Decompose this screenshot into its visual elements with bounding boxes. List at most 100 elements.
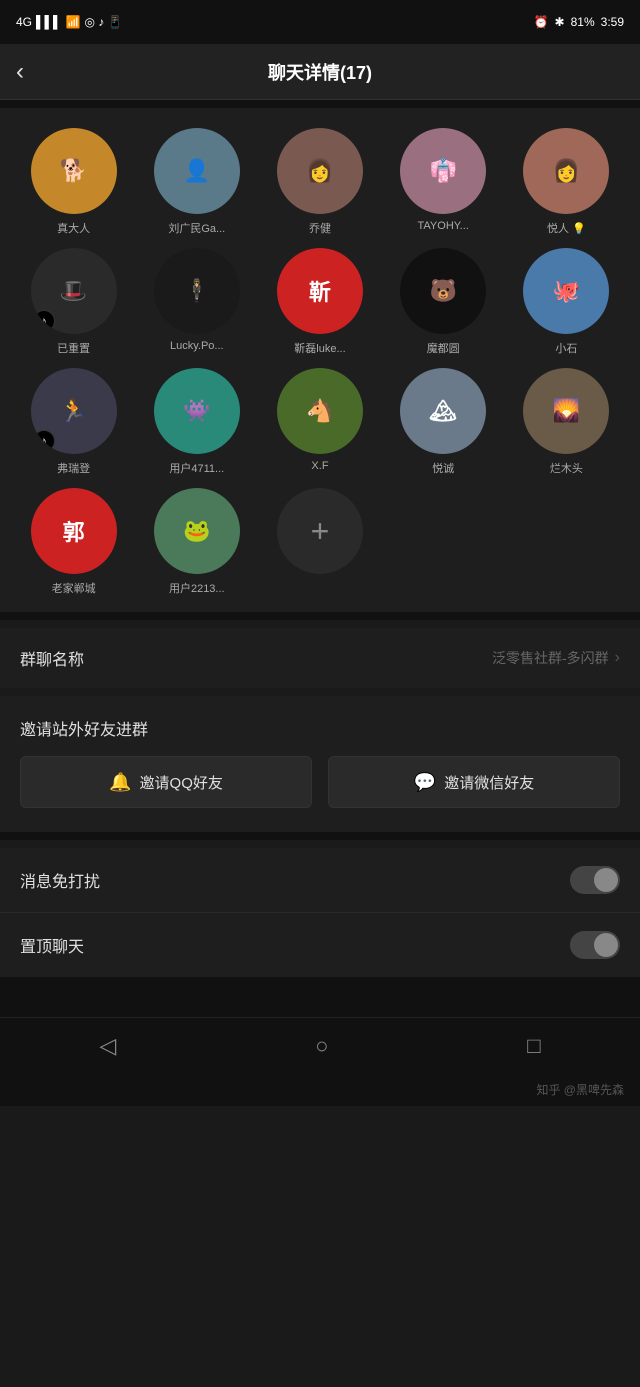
avatar-art: 靳 bbox=[277, 248, 363, 334]
group-name-value: 泛零售社群-多闪群 bbox=[492, 648, 609, 668]
nav-home-button[interactable]: ○ bbox=[291, 1025, 352, 1067]
qq-icon: 🔔 bbox=[109, 772, 131, 793]
member-item[interactable]: 👩 悦人 💡 bbox=[509, 128, 624, 236]
members-section: 🐕 真大人 👤 刘广民Ga... 👩 乔健 👘 TAYOHY... 👩 悦人 💡 🎩♪ 已重置 🕴Luc… bbox=[0, 108, 640, 612]
member-item[interactable]: 🐴 X.F bbox=[262, 368, 377, 476]
signal-bars: ▌▌▌ bbox=[36, 15, 62, 29]
member-avatar: 靳 bbox=[277, 248, 363, 334]
member-name: 真大人 bbox=[31, 220, 117, 236]
member-name: 乔健 bbox=[277, 220, 363, 236]
invite-qq-button[interactable]: 🔔 邀请QQ好友 bbox=[20, 756, 312, 808]
nav-recent-button[interactable]: □ bbox=[503, 1025, 564, 1067]
member-avatar: 👘 bbox=[400, 128, 486, 214]
divider-3 bbox=[0, 832, 640, 840]
status-left: 4G ▌▌▌ 📶 ◎ ♪ 📱 bbox=[16, 15, 123, 29]
member-avatar: 🕴 bbox=[154, 248, 240, 334]
invite-section: 邀请站外好友进群 🔔 邀请QQ好友 💬 邀请微信好友 bbox=[0, 696, 640, 832]
chevron-icon: › bbox=[615, 649, 620, 667]
member-avatar: 🏃♪ bbox=[31, 368, 117, 454]
member-item[interactable]: 🏃♪ 弗瑞登 bbox=[16, 368, 131, 476]
time-display: 3:59 bbox=[601, 15, 624, 29]
settings-toggle-row[interactable]: 置顶聊天 bbox=[0, 913, 640, 977]
toggle-settings-section: 消息免打扰置顶聊天 bbox=[0, 848, 640, 977]
avatar-art: 🏔 bbox=[400, 368, 486, 454]
member-item[interactable]: 🐕 真大人 bbox=[16, 128, 131, 236]
member-item[interactable]: 🎩♪ 已重置 bbox=[16, 248, 131, 356]
member-name: 弗瑞登 bbox=[31, 460, 117, 476]
alarm-icon: ⏰ bbox=[534, 15, 549, 29]
avatar-art: 郭 bbox=[31, 488, 117, 574]
avatar-art: 👘 bbox=[400, 128, 486, 214]
settings-toggle-row[interactable]: 消息免打扰 bbox=[0, 848, 640, 913]
avatar-art: 👾 bbox=[154, 368, 240, 454]
tiktok-badge: ♪ bbox=[33, 310, 55, 332]
back-button[interactable]: ‹ bbox=[16, 58, 24, 86]
member-avatar: 🐕 bbox=[31, 128, 117, 214]
member-avatar: 👩 bbox=[523, 128, 609, 214]
member-avatar: 🏔 bbox=[400, 368, 486, 454]
member-item[interactable]: 靳靳磊luke... bbox=[262, 248, 377, 356]
member-name: 靳磊luke... bbox=[277, 340, 363, 356]
invite-title: 邀请站外好友进群 bbox=[20, 716, 620, 740]
member-name: 刘广民Ga... bbox=[154, 220, 240, 236]
member-avatar: 🎩♪ bbox=[31, 248, 117, 334]
bottom-nav: ◁ ○ □ bbox=[0, 1017, 640, 1073]
toggle-knob bbox=[594, 933, 618, 957]
invite-buttons: 🔔 邀请QQ好友 💬 邀请微信好友 bbox=[20, 756, 620, 808]
avatar-art: 🌄 bbox=[523, 368, 609, 454]
avatar-art: 👤 bbox=[154, 128, 240, 214]
status-bar: 4G ▌▌▌ 📶 ◎ ♪ 📱 ⏰ ✱ 81% 3:59 bbox=[0, 0, 640, 44]
invite-qq-label: 邀请QQ好友 bbox=[140, 772, 223, 793]
avatar-art: 🐴 bbox=[277, 368, 363, 454]
member-item[interactable]: 🐸用户2213... bbox=[139, 488, 254, 596]
add-member-button[interactable]: + bbox=[277, 488, 363, 574]
member-name: 悦人 💡 bbox=[523, 220, 609, 236]
member-name: TAYOHY... bbox=[400, 220, 486, 232]
toggle-switch[interactable] bbox=[570, 931, 620, 959]
member-item[interactable]: 👤 刘广民Ga... bbox=[139, 128, 254, 236]
group-name-row[interactable]: 群聊名称 泛零售社群-多闪群 › bbox=[0, 628, 640, 688]
member-name: 烂木头 bbox=[523, 460, 609, 476]
spacer bbox=[0, 977, 640, 1017]
toggle-label: 置顶聊天 bbox=[20, 933, 84, 957]
avatar-art: 🐕 bbox=[31, 128, 117, 214]
member-avatar: 🐴 bbox=[277, 368, 363, 454]
divider-2 bbox=[0, 612, 640, 620]
page-title: 聊天详情(17) bbox=[268, 59, 372, 85]
member-name: 小石 bbox=[523, 340, 609, 356]
member-name: X.F bbox=[277, 460, 363, 472]
member-item[interactable]: 🐙 小石 bbox=[509, 248, 624, 356]
member-item[interactable]: 🐻魔都圆 bbox=[386, 248, 501, 356]
member-avatar: 👤 bbox=[154, 128, 240, 214]
toggle-switch[interactable] bbox=[570, 866, 620, 894]
member-item[interactable]: 👘 TAYOHY... bbox=[386, 128, 501, 236]
member-avatar: 郭 bbox=[31, 488, 117, 574]
member-name: 老家郸城 bbox=[31, 580, 117, 596]
member-name: 悦诚 bbox=[400, 460, 486, 476]
avatar-art: 👩 bbox=[523, 128, 609, 214]
member-item[interactable]: 🏔 悦诚 bbox=[386, 368, 501, 476]
add-member-item[interactable]: +. bbox=[262, 488, 377, 596]
member-name: 已重置 bbox=[31, 340, 117, 356]
member-avatar: 🐻 bbox=[400, 248, 486, 334]
member-avatar: 🐙 bbox=[523, 248, 609, 334]
avatar-art: 👩 bbox=[277, 128, 363, 214]
wechat-icon: 💬 bbox=[414, 772, 436, 793]
member-item[interactable]: 🌄 烂木头 bbox=[509, 368, 624, 476]
signal-indicator: 4G bbox=[16, 15, 32, 29]
avatar-art: 🐸 bbox=[154, 488, 240, 574]
member-item[interactable]: 👩 乔健 bbox=[262, 128, 377, 236]
member-item[interactable]: 郭老家郸城 bbox=[16, 488, 131, 596]
toggle-knob bbox=[594, 868, 618, 892]
member-item[interactable]: 🕴Lucky.Po... bbox=[139, 248, 254, 356]
wifi-icon: 📶 bbox=[66, 15, 81, 29]
member-avatar: 🌄 bbox=[523, 368, 609, 454]
member-avatar: 👾 bbox=[154, 368, 240, 454]
member-item[interactable]: 👾 用户4711... bbox=[139, 368, 254, 476]
watermark: 知乎 @黑啤先森 bbox=[0, 1073, 640, 1106]
invite-wechat-button[interactable]: 💬 邀请微信好友 bbox=[328, 756, 620, 808]
group-name-label: 群聊名称 bbox=[20, 646, 84, 670]
group-name-section: 群聊名称 泛零售社群-多闪群 › bbox=[0, 628, 640, 688]
nav-back-button[interactable]: ◁ bbox=[75, 1025, 140, 1067]
member-name: 用户4711... bbox=[154, 460, 240, 476]
